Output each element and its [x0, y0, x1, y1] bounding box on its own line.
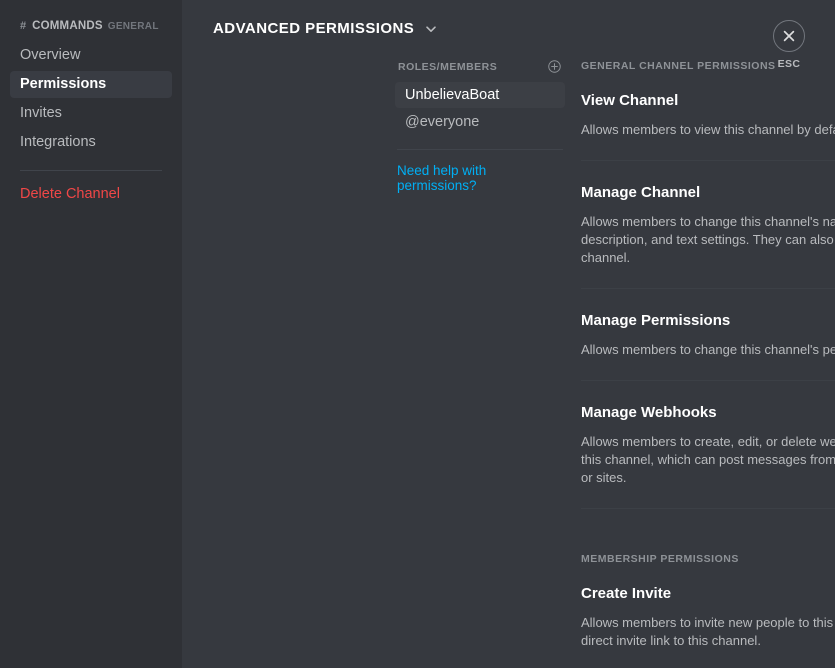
permission-description: Allows members to change this channel's …	[581, 213, 835, 267]
page-title-label: ADVANCED PERMISSIONS	[213, 20, 414, 37]
permission-header: Create Invite	[581, 582, 835, 605]
permission-description: Allows members to change this channel's …	[581, 341, 835, 359]
channel-header: # COMMANDS GENERAL	[0, 20, 182, 32]
delete-channel-button[interactable]: Delete Channel	[0, 183, 182, 205]
sidebar-divider	[20, 170, 162, 171]
permission-name: Manage Channel	[581, 184, 700, 201]
sidebar-item-overview[interactable]: Overview	[10, 42, 172, 69]
permission-header: Manage Channel	[581, 181, 835, 204]
settings-main: ADVANCED PERMISSIONS ESC ROLES/MEMBERS	[182, 0, 835, 668]
permission-row-manage-webhooks: Manage Webhooks Allows members to creat	[581, 401, 835, 487]
roles-members-header: ROLES/MEMBERS	[395, 60, 565, 73]
sidebar-nav: Overview Permissions Invites Integration…	[0, 42, 182, 156]
permission-name: Manage Permissions	[581, 312, 730, 329]
section-label-general-channel-permissions: GENERAL CHANNEL PERMISSIONS	[581, 60, 835, 72]
plus-circle-icon[interactable]	[548, 60, 561, 73]
page-title[interactable]: ADVANCED PERMISSIONS	[213, 20, 437, 37]
permission-header: View Channel	[581, 89, 835, 112]
permission-row-manage-channel: Manage Channel Allows members to change	[581, 181, 835, 267]
role-item-everyone[interactable]: @everyone	[395, 109, 565, 135]
settings-window: # COMMANDS GENERAL Overview Permissions …	[0, 0, 835, 668]
permission-divider	[581, 160, 835, 161]
sidebar-item-integrations[interactable]: Integrations	[10, 129, 172, 156]
sidebar-item-invites[interactable]: Invites	[10, 100, 172, 127]
roles-divider	[397, 149, 563, 150]
permission-divider	[581, 380, 835, 381]
category-name: GENERAL	[108, 21, 159, 32]
permission-name: Create Invite	[581, 585, 671, 602]
permission-divider	[581, 288, 835, 289]
settings-sidebar: # COMMANDS GENERAL Overview Permissions …	[0, 0, 182, 668]
permission-row-create-invite: Create Invite Allows members to invite	[581, 582, 835, 650]
channel-name: COMMANDS	[32, 20, 103, 32]
permissions-help-link[interactable]: Need help with permissions?	[395, 163, 565, 193]
permission-header: Manage Webhooks	[581, 401, 835, 424]
permissions-list: GENERAL CHANNEL PERMISSIONS View Channel	[581, 60, 835, 668]
permission-description: Allows members to invite new people to t…	[581, 614, 835, 650]
permission-row-view-channel: View Channel Allows members to view thi	[581, 89, 835, 139]
permission-row-manage-permissions: Manage Permissions Allows members to ch	[581, 309, 835, 359]
permission-name: View Channel	[581, 92, 678, 109]
hash-icon: #	[20, 20, 26, 32]
section-label-membership-permissions: MEMBERSHIP PERMISSIONS	[581, 553, 835, 565]
permission-divider	[581, 508, 835, 509]
sidebar-item-permissions[interactable]: Permissions	[10, 71, 172, 98]
permission-description: Allows members to create, edit, or delet…	[581, 433, 835, 487]
role-item-unbelievaboat[interactable]: UnbelievaBoat	[395, 82, 565, 108]
close-icon[interactable]	[773, 20, 805, 52]
chevron-down-icon[interactable]	[425, 23, 437, 35]
permission-description: Allows members to view this channel by d…	[581, 121, 835, 139]
roles-members-panel: ROLES/MEMBERS UnbelievaBoat @everyone Ne…	[395, 60, 565, 193]
roles-members-label: ROLES/MEMBERS	[398, 61, 497, 73]
permission-header: Manage Permissions	[581, 309, 835, 332]
permission-name: Manage Webhooks	[581, 404, 717, 421]
section-gap	[581, 529, 835, 553]
